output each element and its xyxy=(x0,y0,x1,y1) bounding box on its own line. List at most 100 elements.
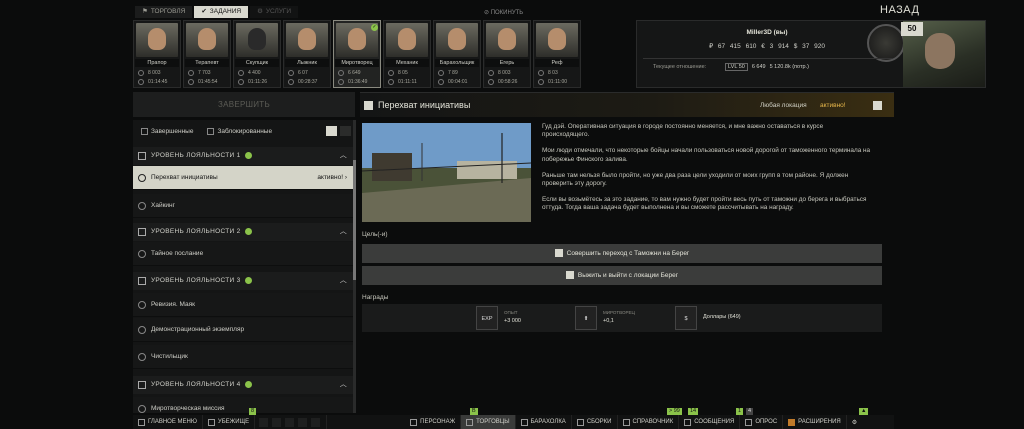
trader-standing: 8 003 xyxy=(498,70,511,76)
filter-completed[interactable]: Завершенные xyxy=(141,128,193,136)
quest-item-lighthouse[interactable]: Ревизия. Маяк xyxy=(133,293,355,317)
tab-services[interactable]: ⚙ УСЛУГИ xyxy=(250,6,299,18)
slot-icon[interactable] xyxy=(311,417,321,427)
trader-name: Егерь xyxy=(485,59,529,67)
slot-icon[interactable] xyxy=(285,417,295,427)
trader-standing: 8 03 xyxy=(548,70,558,76)
trader-card-jaeger[interactable]: Егерь 8 003 00:58:26 xyxy=(483,20,531,88)
flea-counter-badge: > 99 xyxy=(667,408,682,415)
builds-button[interactable]: СБОРКИ xyxy=(572,415,618,429)
trader-card-therapist[interactable]: Терапевт 7 703 01:45:54 xyxy=(183,20,231,88)
loyalty-section-2[interactable]: УРОВЕНЬ ЛОЯЛЬНОСТИ 2 ︿ xyxy=(133,223,355,241)
quest-location: Любая локация xyxy=(760,102,807,109)
logout-icon: ⊘ xyxy=(484,10,491,16)
level-icon xyxy=(138,228,146,236)
quest-item-demo[interactable]: Демонстрационный экземпляр xyxy=(133,318,355,342)
trader-card-prapor[interactable]: Прапор 8 003 01:14:45 xyxy=(133,20,181,88)
trader-standing: 4 400 xyxy=(248,70,261,76)
logout-button[interactable]: ⊘ ПОКИНУТЬ xyxy=(484,9,523,16)
check-icon xyxy=(244,151,252,159)
clock-icon xyxy=(338,79,344,85)
trader-standing: 8 05 xyxy=(398,70,408,76)
trader-card-mechanic[interactable]: Механик 8 05 01:11:11 xyxy=(383,20,431,88)
quest-item-secret-message[interactable]: Тайное послание xyxy=(133,242,355,266)
reward-standing: ⬆ МИРОТВОРЕЦ +0,1 xyxy=(575,306,665,330)
quest-type-icon xyxy=(364,101,373,110)
trader-name: Терапевт xyxy=(185,59,229,67)
checkbox-icon xyxy=(207,128,215,136)
trader-timer: 00:04:01 xyxy=(448,79,468,85)
clock-icon xyxy=(388,79,394,85)
standing-icon xyxy=(438,70,444,76)
task-available-badge: ✓ xyxy=(371,24,378,31)
tab-trade[interactable]: ⚑ ТОРГОВЛЯ xyxy=(135,6,193,18)
slot-icon[interactable] xyxy=(272,417,282,427)
extensions-button[interactable]: РАСШИРЕНИЯ xyxy=(783,415,847,429)
loyalty-level: LVL 50 xyxy=(725,63,748,71)
messages-icon xyxy=(684,418,692,426)
flea-market-button[interactable]: БАРАХОЛКА xyxy=(516,415,572,429)
trader-emblem-icon xyxy=(867,24,905,62)
slot-icon[interactable] xyxy=(259,417,269,427)
trader-card-skier[interactable]: Лыжник 6 07 00:28:37 xyxy=(283,20,331,88)
back-button[interactable]: НАЗАД xyxy=(880,4,919,16)
player-name: Miller3D (вы) xyxy=(746,29,788,36)
loyalty-section-1[interactable]: УРОВЕНЬ ЛОЯЛЬНОСТИ 1 ︿ xyxy=(133,147,355,165)
quest-list-scrollbar[interactable] xyxy=(353,120,356,413)
info-icon[interactable] xyxy=(873,101,882,110)
trader-card-ragman[interactable]: Барахольщик 7 89 00:04:01 xyxy=(433,20,481,88)
standing-icon xyxy=(338,70,344,76)
quest-item-intercept[interactable]: Перехват инициативы активно! › xyxy=(133,166,355,190)
standing-label: Текущее отношение: xyxy=(653,64,707,70)
trader-timer: 00:28:37 xyxy=(298,79,318,85)
finish-button[interactable]: ЗАВЕРШИТЬ xyxy=(133,92,355,117)
trader-standing: 8 003 xyxy=(148,70,161,76)
scroll-thumb[interactable] xyxy=(353,160,356,280)
filter-locked[interactable]: Заблокированные xyxy=(207,128,272,136)
quest-description: Гуд дэй. Оперативная ситуация в городе п… xyxy=(542,123,871,212)
expand-up-icon[interactable]: ▲ xyxy=(859,408,869,415)
quest-title: Перехват инициативы xyxy=(378,100,471,110)
trader-portrait xyxy=(486,23,528,57)
trader-standing: 6 07 xyxy=(298,70,308,76)
quest-item-cleaner[interactable]: Чистильщик xyxy=(133,345,355,369)
handbook-button[interactable]: СПРАВОЧНИК xyxy=(618,415,680,429)
standing-values: LVL 50 6 649 5 120.8k (потр.) xyxy=(725,61,809,73)
clock-icon xyxy=(238,79,244,85)
tab-tasks[interactable]: ✔ ЗАДАНИЯ xyxy=(194,6,249,18)
main-menu-button[interactable]: ГЛАВНОЕ МЕНЮ xyxy=(133,415,203,429)
grid-view-icon[interactable] xyxy=(340,126,351,136)
quest-item-hiking[interactable]: Хайкинг xyxy=(133,194,355,218)
list-view-icon[interactable] xyxy=(326,126,337,136)
player-level-badge: 50 xyxy=(901,22,923,36)
quest-detail: Гуд дэй. Оперативная ситуация в городе п… xyxy=(360,120,894,413)
loyalty-section-3[interactable]: УРОВЕНЬ ЛОЯЛЬНОСТИ 3 ︿ xyxy=(133,272,355,290)
trader-timer: 01:36:49 xyxy=(348,79,368,85)
slot-icon[interactable] xyxy=(298,417,308,427)
trader-name: Скупщик xyxy=(235,59,279,67)
notification-badge: 8 xyxy=(249,408,257,415)
check-icon xyxy=(244,227,252,235)
trader-card-ref[interactable]: Реф 8 03 01:11:00 xyxy=(533,20,581,88)
loyalty-section-4[interactable]: УРОВЕНЬ ЛОЯЛЬНОСТИ 4 ︿ xyxy=(133,376,355,394)
survey-icon xyxy=(745,418,753,426)
hideout-button[interactable]: УБЕЖИЩЕ xyxy=(203,415,256,429)
trader-timer: 01:11:26 xyxy=(248,79,268,85)
reward-dollars[interactable]: $ Доллары (649) xyxy=(675,306,775,330)
quest-item-peacekeeping[interactable]: Миротворческая миссия xyxy=(133,397,355,413)
messages-button[interactable]: СООБЩЕНИЯ xyxy=(679,415,741,429)
trader-portrait xyxy=(536,23,578,57)
settings-button[interactable]: ⚙ xyxy=(847,415,862,429)
trader-card-peacekeeper[interactable]: ✓ Миротворец 6 649 01:36:49 xyxy=(333,20,381,88)
character-button[interactable]: ПЕРСОНАЖ xyxy=(405,415,462,429)
standing-icon xyxy=(238,70,244,76)
check-icon xyxy=(244,380,252,388)
traders-button[interactable]: ТОРГОВЦЫ xyxy=(461,415,516,429)
quest-item-status: активно! › xyxy=(317,174,347,181)
quest-filters: Завершенные Заблокированные xyxy=(133,120,355,144)
survey-button[interactable]: ОПРОС xyxy=(740,415,784,429)
trader-card-fence[interactable]: Скупщик 4 400 01:11:26 xyxy=(233,20,281,88)
tasks-icon: ✔ xyxy=(201,8,207,15)
builds-icon xyxy=(576,418,584,426)
gear-icon: ⚙ xyxy=(851,419,858,426)
